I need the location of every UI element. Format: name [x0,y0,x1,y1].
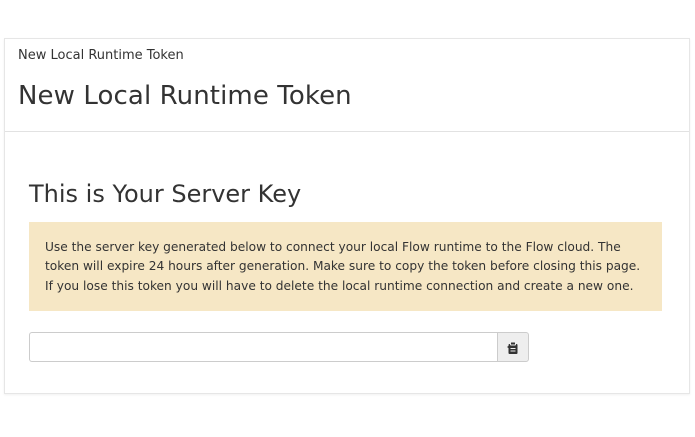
copy-key-button[interactable] [497,332,529,362]
page: New Local Runtime Token New Local Runtim… [0,0,695,437]
server-key-group [29,332,529,362]
server-key-notice: Use the server key generated below to co… [29,222,662,311]
notice-line: token will expire 24 hours after generat… [45,259,641,274]
section-title: This is Your Server Key [29,180,302,208]
server-key-input[interactable] [29,332,497,362]
card-header: New Local Runtime Token New Local Runtim… [5,39,689,132]
notice-line: If you lose this token you will have to … [45,278,634,293]
breadcrumb: New Local Runtime Token [18,48,184,63]
token-card: New Local Runtime Token New Local Runtim… [4,38,690,394]
clipboard-copy-icon [506,340,520,355]
notice-line: Use the server key generated below to co… [45,240,621,254]
page-title: New Local Runtime Token [18,81,352,111]
